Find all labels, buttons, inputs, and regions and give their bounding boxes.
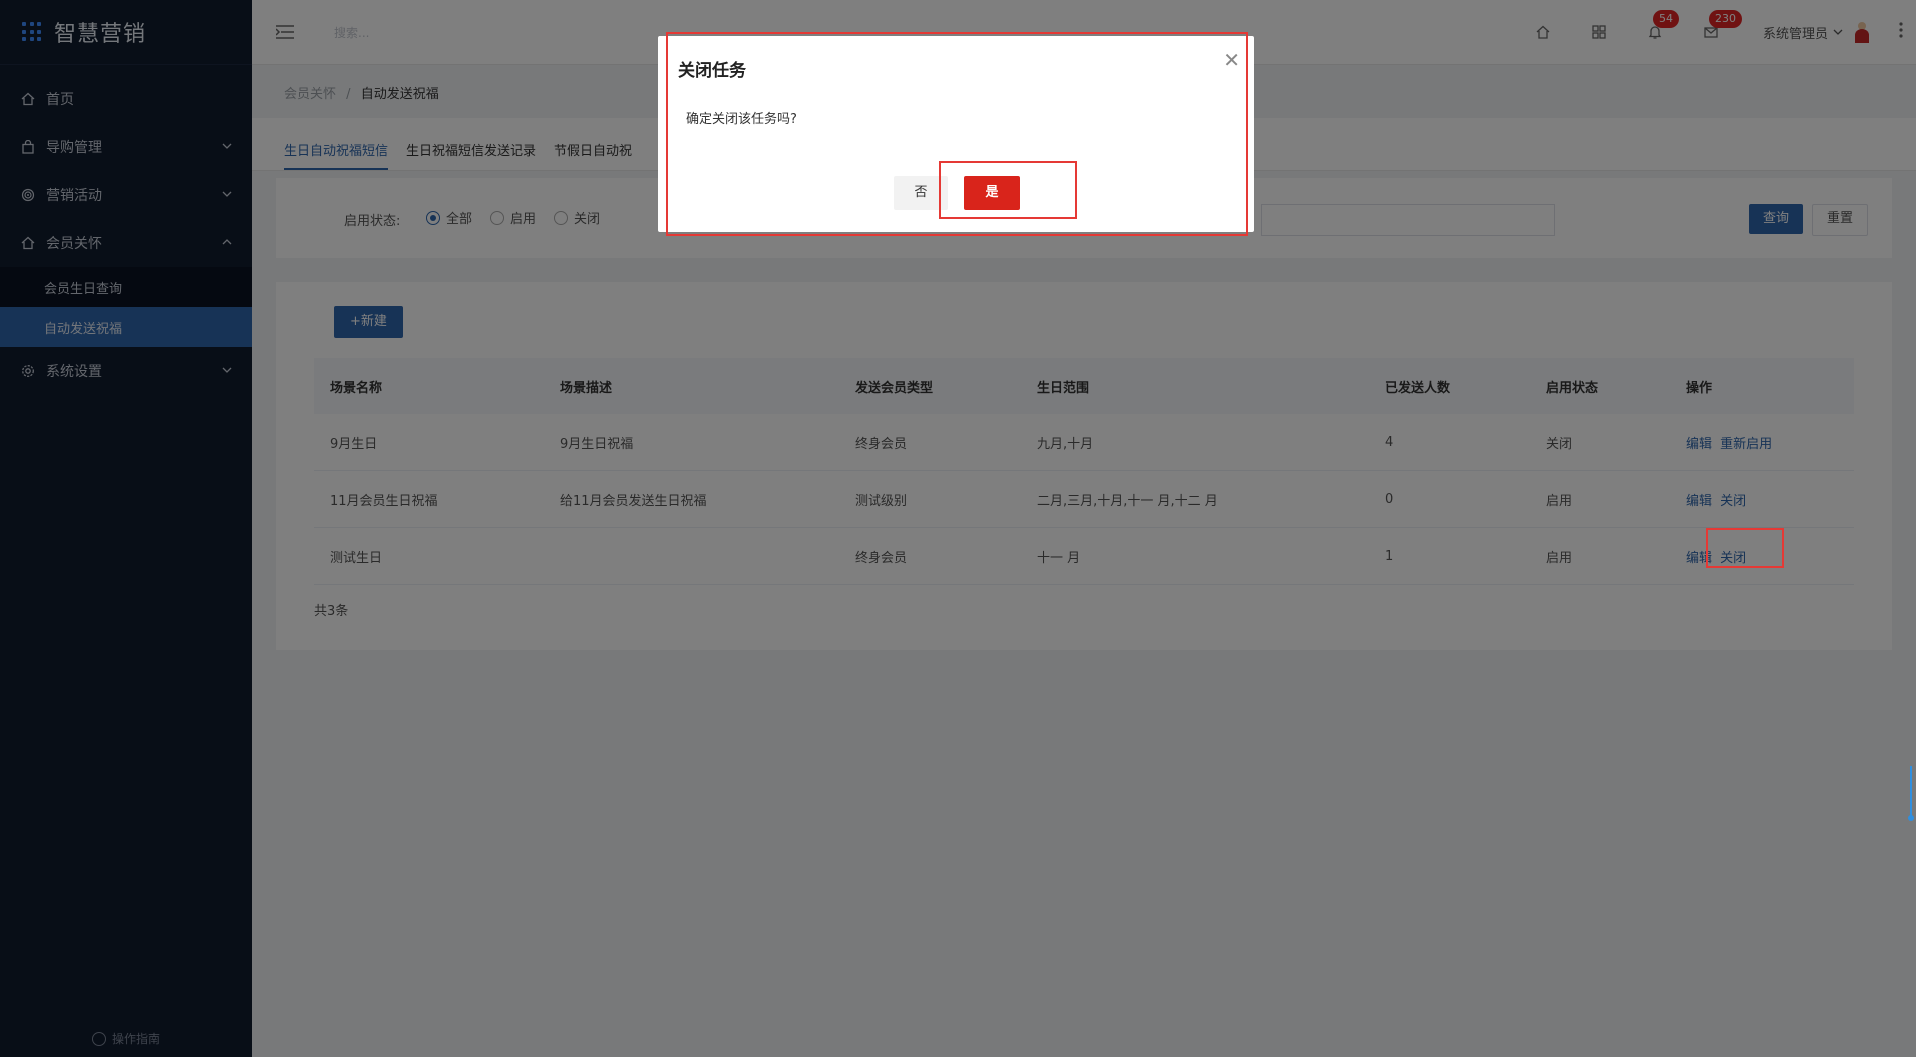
confirm-button[interactable]: 是 (964, 176, 1020, 210)
dialog-message: 确定关闭该任务吗? (686, 112, 797, 127)
dialog-title: 关闭任务 (678, 61, 746, 81)
close-task-dialog: 关闭任务 ✕ 确定关闭该任务吗? 否 是 (658, 36, 1254, 232)
close-icon[interactable]: ✕ (1223, 48, 1240, 72)
cancel-button[interactable]: 否 (894, 176, 948, 210)
scrollbar-handle[interactable] (1908, 766, 1914, 822)
